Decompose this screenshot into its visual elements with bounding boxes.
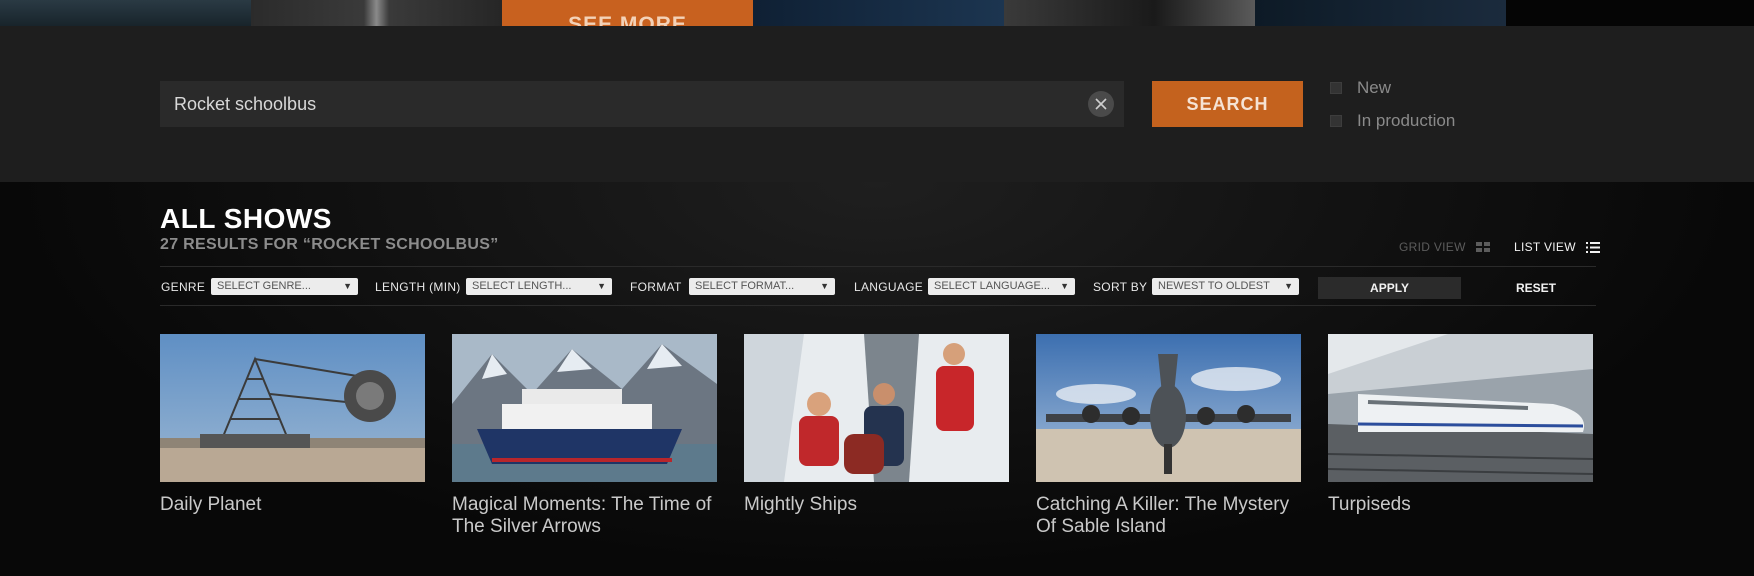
- show-thumbnail[interactable]: [744, 334, 1009, 482]
- length-select[interactable]: SELECT LENGTH... ▼: [466, 278, 612, 295]
- language-select[interactable]: SELECT LANGUAGE... ▼: [928, 278, 1075, 295]
- sort-select-value: NEWEST TO OLDEST: [1158, 280, 1270, 292]
- language-label: LANGUAGE: [854, 280, 924, 294]
- format-label: FORMAT: [630, 280, 682, 294]
- genre-label: GENRE: [161, 280, 206, 294]
- caret-down-icon: ▼: [1060, 281, 1069, 291]
- hero-strip: SEE MORE: [0, 0, 1754, 35]
- length-label: LENGTH (MIN): [375, 280, 461, 294]
- new-label: New: [1357, 78, 1392, 97]
- caret-down-icon: ▼: [343, 281, 352, 291]
- results-count: 27 RESULTS FOR “ROCKET SCHOOLBUS”: [160, 236, 499, 253]
- search-button[interactable]: SEARCH: [1152, 81, 1303, 127]
- show-thumbnail[interactable]: [1328, 334, 1593, 482]
- close-icon: [1095, 98, 1107, 110]
- filter-bar: GENRE SELECT GENRE... ▼ LENGTH (MIN) SEL…: [160, 266, 1596, 306]
- show-thumbnail[interactable]: [1036, 334, 1301, 482]
- caret-down-icon: ▼: [820, 281, 829, 291]
- grid-icon: [1475, 242, 1490, 252]
- hero-tile[interactable]: [0, 0, 251, 26]
- sort-select[interactable]: NEWEST TO OLDEST ▼: [1152, 278, 1299, 295]
- in-production-label: In production: [1357, 111, 1456, 130]
- show-card[interactable]: Turpiseds: [1328, 334, 1593, 516]
- hero-tile[interactable]: [1004, 0, 1255, 26]
- list-view-toggle[interactable]: LIST VIEW: [1514, 240, 1600, 254]
- language-select-value: SELECT LANGUAGE...: [934, 280, 1050, 292]
- show-card[interactable]: Mightly Ships: [744, 334, 1009, 516]
- format-select-value: SELECT FORMAT...: [695, 280, 795, 292]
- apply-button[interactable]: APPLY: [1318, 277, 1461, 299]
- genre-select-value: SELECT GENRE...: [217, 280, 311, 292]
- new-checkbox[interactable]: [1330, 82, 1342, 94]
- grid-view-toggle[interactable]: GRID VIEW: [1399, 240, 1490, 254]
- hero-tile[interactable]: [753, 0, 1004, 26]
- caret-down-icon: ▼: [1284, 281, 1293, 291]
- search-box: [160, 81, 1124, 127]
- in-production-checkbox[interactable]: [1330, 115, 1342, 127]
- hero-tile: [1506, 0, 1754, 26]
- grid-view-label: GRID VIEW: [1399, 240, 1466, 254]
- show-title[interactable]: Turpiseds: [1328, 494, 1593, 516]
- show-title[interactable]: Daily Planet: [160, 494, 425, 516]
- search-band: SEARCH New In production: [0, 26, 1754, 182]
- list-icon: [1585, 241, 1600, 253]
- list-view-label: LIST VIEW: [1514, 240, 1576, 254]
- page-title: ALL SHOWS: [160, 203, 332, 234]
- show-card[interactable]: Daily Planet: [160, 334, 425, 516]
- see-more-button[interactable]: SEE MORE: [502, 0, 753, 35]
- format-select[interactable]: SELECT FORMAT... ▼: [689, 278, 835, 295]
- show-thumbnail[interactable]: [160, 334, 425, 482]
- shows-section: ALL SHOWS 27 RESULTS FOR “ROCKET SCHOOLB…: [0, 182, 1754, 576]
- length-select-value: SELECT LENGTH...: [472, 280, 572, 292]
- search-input[interactable]: [174, 81, 1054, 127]
- hero-tile[interactable]: [1255, 0, 1506, 26]
- show-title[interactable]: Magical Moments: The Time of The Silver …: [452, 494, 717, 538]
- show-title[interactable]: Mightly Ships: [744, 494, 1009, 516]
- filter-in-production[interactable]: In production: [1330, 111, 1455, 131]
- show-title[interactable]: Catching A Killer: The Mystery Of Sable …: [1036, 494, 1301, 538]
- filter-new[interactable]: New: [1330, 78, 1391, 98]
- show-thumbnail[interactable]: [452, 334, 717, 482]
- reset-button[interactable]: RESET: [1516, 277, 1556, 299]
- sort-label: SORT BY: [1093, 280, 1148, 294]
- caret-down-icon: ▼: [597, 281, 606, 291]
- clear-search-button[interactable]: [1088, 91, 1114, 117]
- genre-select[interactable]: SELECT GENRE... ▼: [211, 278, 358, 295]
- show-card[interactable]: Catching A Killer: The Mystery Of Sable …: [1036, 334, 1301, 538]
- show-card[interactable]: Magical Moments: The Time of The Silver …: [452, 334, 717, 538]
- hero-tile[interactable]: [251, 0, 502, 26]
